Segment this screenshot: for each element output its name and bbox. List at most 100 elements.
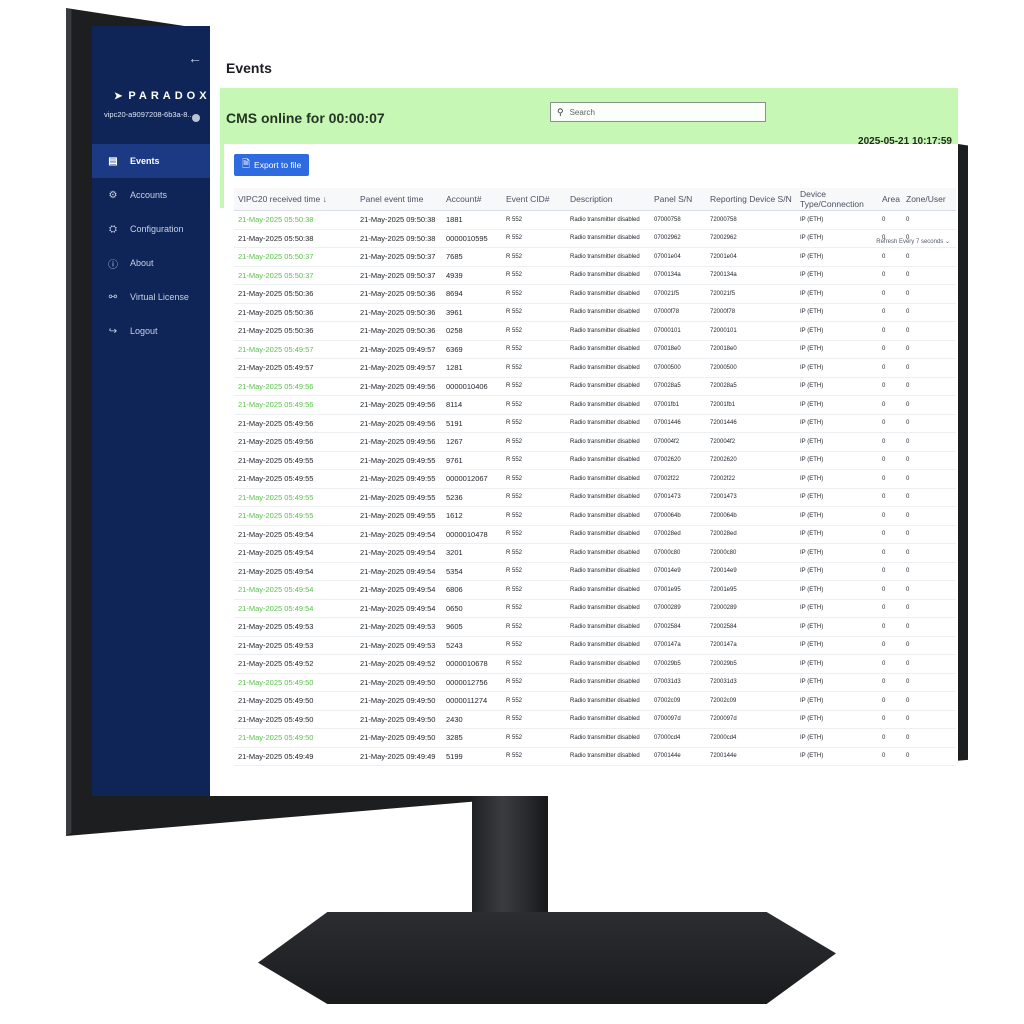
table-row[interactable]: 21-May-2025 05:49:55 21-May-2025 09:49:55…	[234, 451, 956, 470]
sidebar-item-logout[interactable]: ↪ Logout	[92, 314, 210, 348]
cell-received-time: 21-May-2025 05:49:55	[234, 506, 356, 526]
cell-description: Radio transmitter disabled	[566, 432, 650, 452]
cell-device-type: IP (ETH)	[796, 451, 878, 470]
table-row[interactable]: 21-May-2025 05:49:52 21-May-2025 09:49:52…	[234, 654, 956, 674]
cell-received-time: 21-May-2025 05:49:56	[234, 414, 356, 433]
cell-received-time: 21-May-2025 05:50:38	[234, 210, 356, 230]
sidebar-item-events[interactable]: ▤ Events	[92, 144, 210, 178]
export-button[interactable]: 🗎 Export to file	[234, 154, 310, 176]
cell-device-type: IP (ETH)	[796, 747, 878, 766]
column-header-panel-event-time[interactable]: Panel event time	[356, 188, 442, 211]
table-row[interactable]: 21-May-2025 05:49:57 21-May-2025 09:49:57…	[234, 340, 956, 359]
sidebar: ← ➤ PARADOX vipc20-a9097208-6b3a-8... ▤ E…	[92, 26, 210, 796]
column-header-description[interactable]: Description	[566, 188, 650, 211]
table-row[interactable]: 21-May-2025 05:50:36 21-May-2025 09:50:36…	[234, 284, 956, 304]
sidebar-item-configuration[interactable]: ⛭ Configuration	[92, 212, 210, 246]
gear-icon: ⛭	[109, 223, 117, 235]
table-row[interactable]: 21-May-2025 05:49:53 21-May-2025 09:49:53…	[234, 636, 956, 655]
cell-event-cid: R 552	[502, 247, 566, 267]
cell-panel-event-time: 21-May-2025 09:49:49	[356, 747, 442, 766]
table-row[interactable]: 21-May-2025 05:49:56 21-May-2025 09:49:56…	[234, 395, 956, 415]
cell-area: 0	[878, 469, 902, 489]
cell-received-time: 21-May-2025 05:49:54	[234, 599, 356, 618]
cell-zone-user: 0	[902, 414, 956, 433]
cell-panel-sn: 070004f2	[650, 432, 706, 452]
cell-device-type: IP (ETH)	[796, 636, 878, 655]
cell-reporting-device-sn: 72001473	[706, 488, 796, 507]
column-header-reporting-device-sn[interactable]: Reporting Device S/N	[706, 188, 796, 211]
column-header-area[interactable]: Area	[878, 188, 902, 211]
table-header-row: VIPC20 received time ↓ Panel event time …	[234, 188, 956, 211]
table-row[interactable]: 21-May-2025 05:50:37 21-May-2025 09:50:37…	[234, 266, 956, 285]
table-row[interactable]: 21-May-2025 05:49:49 21-May-2025 09:49:49…	[234, 747, 956, 766]
cell-description: Radio transmitter disabled	[566, 377, 650, 396]
cell-reporting-device-sn: 720028a5	[706, 377, 796, 396]
cell-panel-sn: 07002c09	[650, 691, 706, 711]
cell-panel-event-time: 21-May-2025 09:49:53	[356, 636, 442, 655]
cell-device-type: IP (ETH)	[796, 414, 878, 433]
table-row[interactable]: 21-May-2025 05:49:56 21-May-2025 09:49:56…	[234, 414, 956, 433]
cell-account: 3961	[442, 303, 502, 322]
table-row[interactable]: 21-May-2025 05:49:54 21-May-2025 09:49:54…	[234, 543, 956, 563]
sidebar-item-about[interactable]: ⓘ About	[92, 246, 210, 280]
table-row[interactable]: 21-May-2025 05:49:50 21-May-2025 09:49:50…	[234, 691, 956, 711]
table-row[interactable]: 21-May-2025 05:50:36 21-May-2025 09:50:36…	[234, 303, 956, 322]
cell-zone-user: 0	[902, 266, 956, 285]
column-header-zone-user[interactable]: Zone/User	[902, 188, 956, 211]
cell-received-time: 21-May-2025 05:50:36	[234, 284, 356, 304]
column-header-received-time[interactable]: VIPC20 received time ↓	[234, 188, 356, 211]
sidebar-item-accounts[interactable]: ⚙ Accounts	[92, 178, 210, 212]
cell-zone-user: 0	[902, 506, 956, 526]
cell-account: 1881	[442, 210, 502, 230]
table-row[interactable]: 21-May-2025 05:49:55 21-May-2025 09:49:55…	[234, 488, 956, 507]
table-row[interactable]: 21-May-2025 05:49:54 21-May-2025 09:49:54…	[234, 562, 956, 581]
table-row[interactable]: 21-May-2025 05:49:50 21-May-2025 09:49:50…	[234, 710, 956, 729]
cell-received-time: 21-May-2025 05:49:56	[234, 395, 356, 415]
cell-reporting-device-sn: 7200097d	[706, 710, 796, 729]
sidebar-item-label: About	[130, 258, 154, 268]
column-header-event-cid[interactable]: Event CID#	[502, 188, 566, 211]
column-header-panel-sn[interactable]: Panel S/N	[650, 188, 706, 211]
refresh-interval-select[interactable]: Refresh Every 7 seconds ⌄	[876, 238, 950, 245]
table-row[interactable]: 21-May-2025 05:49:55 21-May-2025 09:49:55…	[234, 506, 956, 526]
table-row[interactable]: 21-May-2025 05:50:37 21-May-2025 09:50:37…	[234, 247, 956, 267]
table-row[interactable]: 21-May-2025 05:49:54 21-May-2025 09:49:54…	[234, 525, 956, 544]
cell-event-cid: R 552	[502, 414, 566, 433]
cell-zone-user: 0	[902, 580, 956, 600]
avatar[interactable]	[192, 114, 200, 122]
table-row[interactable]: 21-May-2025 05:50:38 21-May-2025 09:50:38…	[234, 210, 956, 230]
cell-account: 1267	[442, 432, 502, 452]
column-header-device-type[interactable]: Device Type/Connection	[796, 188, 878, 211]
table-row[interactable]: 21-May-2025 05:49:53 21-May-2025 09:49:53…	[234, 617, 956, 637]
cell-device-type: IP (ETH)	[796, 599, 878, 618]
cell-zone-user: 0	[902, 636, 956, 655]
table-row[interactable]: 21-May-2025 05:50:38 21-May-2025 09:50:38…	[234, 229, 956, 248]
column-header-account[interactable]: Account#	[442, 188, 502, 211]
cell-area: 0	[878, 728, 902, 748]
search-input[interactable]: ⚲ Search	[550, 102, 766, 122]
table-row[interactable]: 21-May-2025 05:49:56 21-May-2025 09:49:56…	[234, 377, 956, 396]
sidebar-item-virtual-license[interactable]: ⚯ Virtual License	[92, 280, 210, 314]
cell-zone-user: 0	[902, 247, 956, 267]
refresh-label: Refresh Every 7 seconds	[876, 239, 944, 245]
cell-area: 0	[878, 710, 902, 729]
cell-reporting-device-sn: 720029b5	[706, 654, 796, 674]
cell-event-cid: R 552	[502, 543, 566, 563]
cell-area: 0	[878, 580, 902, 600]
cell-description: Radio transmitter disabled	[566, 580, 650, 600]
table-row[interactable]: 21-May-2025 05:49:50 21-May-2025 09:49:50…	[234, 673, 956, 692]
table-row[interactable]: 21-May-2025 05:49:54 21-May-2025 09:49:54…	[234, 580, 956, 600]
table-row[interactable]: 21-May-2025 05:49:54 21-May-2025 09:49:54…	[234, 599, 956, 618]
cell-received-time: 21-May-2025 05:49:52	[234, 654, 356, 674]
table-row[interactable]: 21-May-2025 05:49:57 21-May-2025 09:49:57…	[234, 358, 956, 378]
cell-zone-user: 0	[902, 617, 956, 637]
table-row[interactable]: 21-May-2025 05:50:36 21-May-2025 09:50:36…	[234, 321, 956, 341]
table-row[interactable]: 21-May-2025 05:49:55 21-May-2025 09:49:55…	[234, 469, 956, 489]
arrow-left-icon[interactable]: ←	[188, 50, 202, 66]
table-row[interactable]: 21-May-2025 05:49:56 21-May-2025 09:49:56…	[234, 432, 956, 452]
cell-area: 0	[878, 451, 902, 470]
cell-zone-user: 0	[902, 340, 956, 359]
cell-event-cid: R 552	[502, 229, 566, 248]
table-row[interactable]: 21-May-2025 05:49:50 21-May-2025 09:49:50…	[234, 728, 956, 748]
sidebar-item-label: Virtual License	[130, 292, 189, 302]
